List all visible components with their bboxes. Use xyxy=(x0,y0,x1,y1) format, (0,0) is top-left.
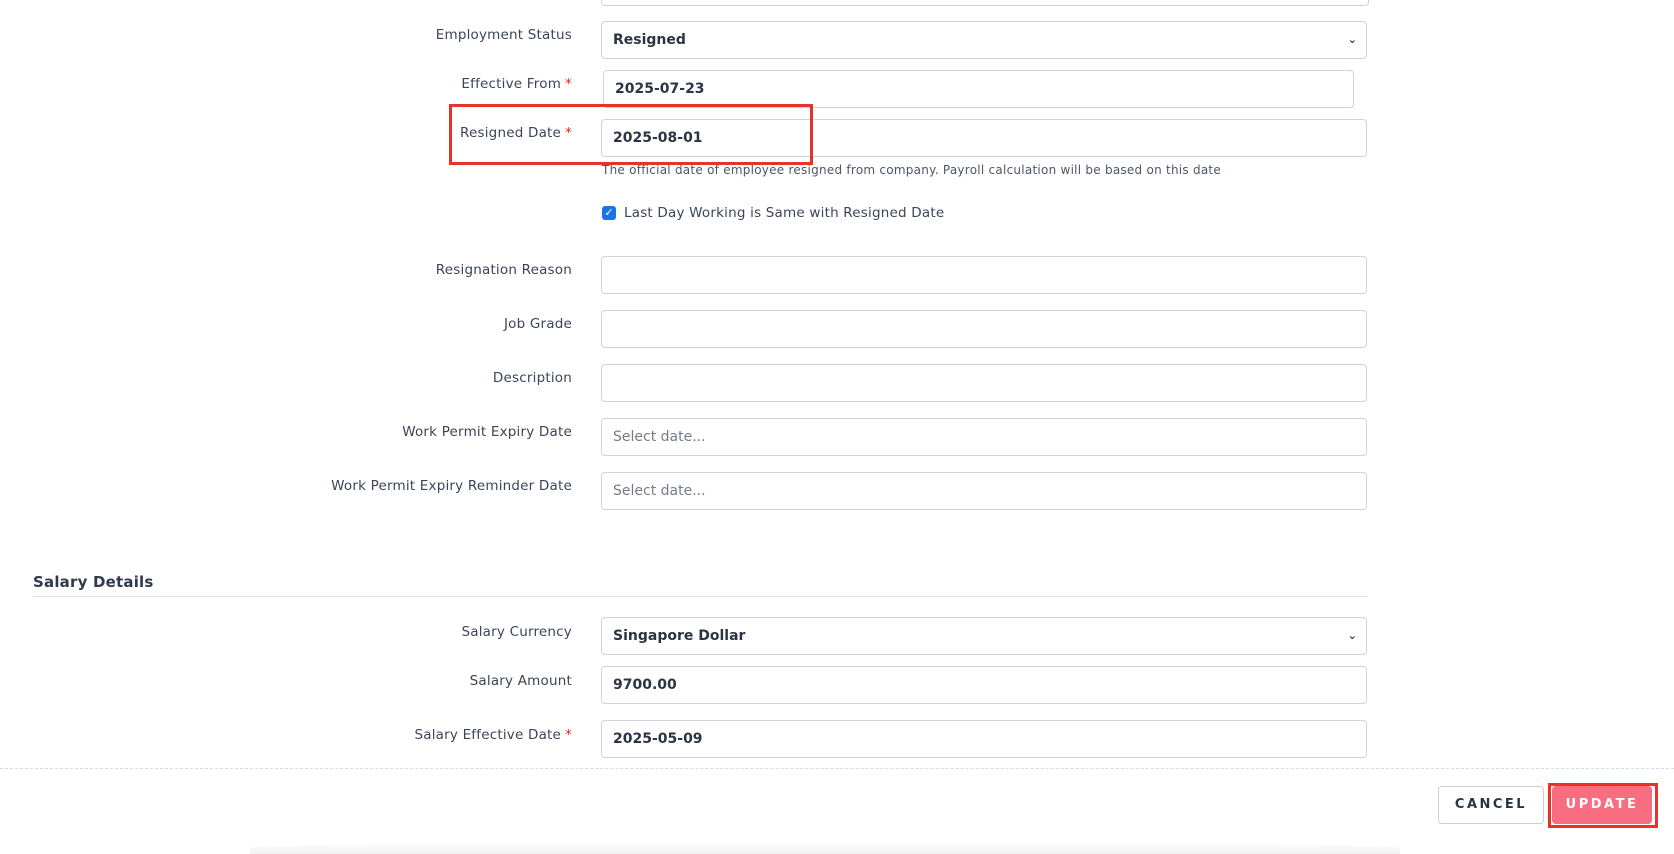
work-permit-expiry-input[interactable]: Select date... xyxy=(601,418,1367,456)
description-input[interactable] xyxy=(601,364,1367,402)
last-day-checkbox-label: Last Day Working is Same with Resigned D… xyxy=(624,205,945,221)
resignation-reason-label: Resignation Reason xyxy=(435,262,572,278)
job-grade-label: Job Grade xyxy=(503,316,572,332)
salary-effective-date-label: Salary Effective Date * xyxy=(414,727,572,743)
resigned-date-label: Resigned Date * xyxy=(460,125,572,141)
resignation-reason-input[interactable] xyxy=(601,256,1367,294)
section-divider xyxy=(33,596,1368,597)
footer-divider xyxy=(0,768,1674,769)
effective-from-label: Effective From * xyxy=(461,76,572,92)
salary-amount-label: Salary Amount xyxy=(469,673,572,689)
work-permit-expiry-label: Work Permit Expiry Date xyxy=(402,424,572,440)
chevron-down-icon: ⌄ xyxy=(1347,629,1357,642)
effective-from-input[interactable]: 2025-07-23 xyxy=(603,70,1354,108)
last-day-checkbox[interactable]: ✓ xyxy=(602,206,616,220)
work-permit-reminder-placeholder: Select date... xyxy=(613,483,706,499)
job-grade-input[interactable] xyxy=(601,310,1367,348)
resigned-date-value: 2025-08-01 xyxy=(613,130,703,146)
work-permit-reminder-label: Work Permit Expiry Reminder Date xyxy=(331,478,572,494)
salary-currency-label: Salary Currency xyxy=(461,624,572,640)
resigned-date-hint: The official date of employee resigned f… xyxy=(602,163,1222,177)
employment-status-value: Resigned xyxy=(613,32,686,48)
required-mark: * xyxy=(565,76,572,92)
last-day-checkbox-row[interactable]: ✓ Last Day Working is Same with Resigned… xyxy=(602,205,944,221)
employment-status-label: Employment Status xyxy=(435,27,572,43)
salary-currency-select[interactable]: Singapore Dollar ⌄ xyxy=(601,617,1367,655)
salary-effective-date-value: 2025-05-09 xyxy=(613,731,703,747)
salary-effective-date-input[interactable]: 2025-05-09 xyxy=(601,720,1367,758)
required-mark: * xyxy=(565,125,572,141)
salary-amount-input[interactable]: 9700.00 xyxy=(601,666,1367,704)
salary-details-title: Salary Details xyxy=(33,573,154,591)
modal-bottom-shadow xyxy=(250,842,1400,854)
salary-currency-value: Singapore Dollar xyxy=(613,628,746,644)
previous-field-bottom xyxy=(601,0,1369,6)
work-permit-expiry-placeholder: Select date... xyxy=(613,429,706,445)
update-button[interactable]: UPDATE xyxy=(1552,786,1652,824)
chevron-down-icon: ⌄ xyxy=(1347,33,1357,46)
required-mark: * xyxy=(565,727,572,743)
cancel-button[interactable]: CANCEL xyxy=(1438,786,1544,824)
work-permit-reminder-input[interactable]: Select date... xyxy=(601,472,1367,510)
employment-status-select[interactable]: Resigned ⌄ xyxy=(601,21,1367,59)
description-label: Description xyxy=(492,370,572,386)
resigned-date-input[interactable]: 2025-08-01 xyxy=(601,119,1367,157)
effective-from-value: 2025-07-23 xyxy=(615,81,705,97)
salary-amount-value: 9700.00 xyxy=(613,677,677,693)
